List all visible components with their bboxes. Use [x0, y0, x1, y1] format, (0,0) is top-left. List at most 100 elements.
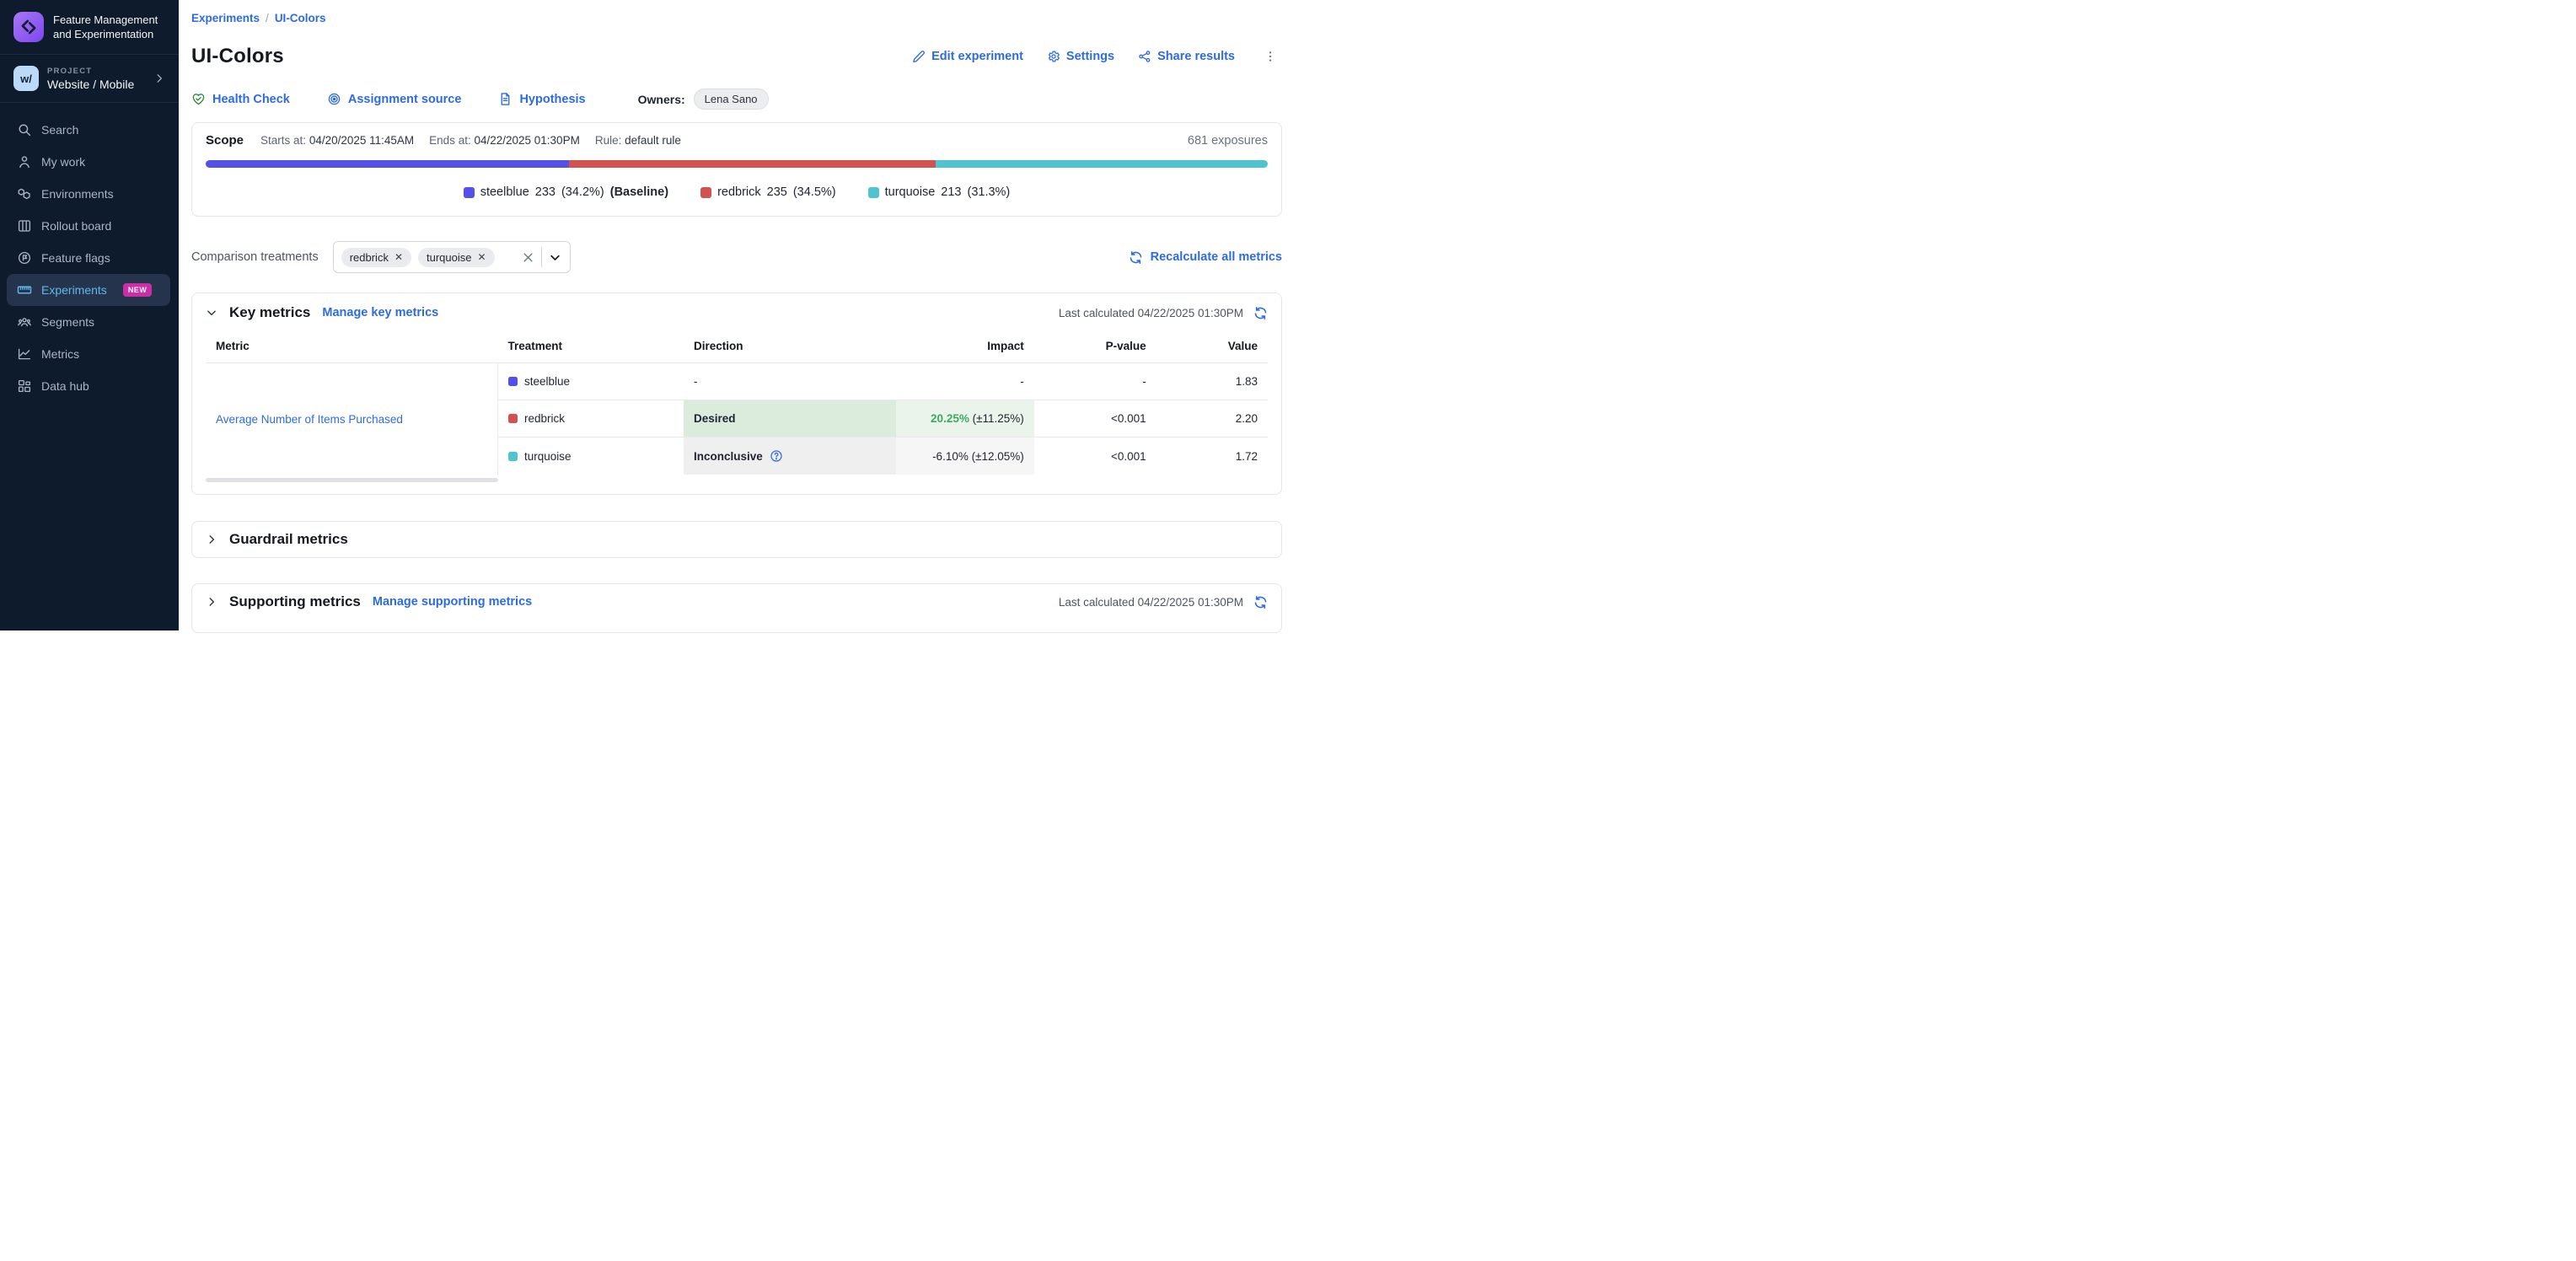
recalculate-all-metrics-button[interactable]: Recalculate all metrics: [1129, 250, 1282, 265]
split-logo-icon: [20, 19, 37, 35]
search-icon: [17, 122, 32, 137]
clear-selection-icon[interactable]: [522, 251, 534, 264]
legend-swatch: [464, 187, 475, 198]
owner-chip[interactable]: Lena Sano: [694, 89, 769, 110]
refresh-icon: [1129, 250, 1143, 265]
manage-supporting-metrics-link[interactable]: Manage supporting metrics: [373, 595, 532, 609]
table-horizontal-scrollbar[interactable]: [206, 478, 498, 482]
person-icon: [17, 154, 32, 169]
bar-segment-turquoise: [936, 160, 1268, 168]
metric-name-link[interactable]: Average Number of Items Purchased: [216, 413, 403, 426]
col-treatment: Treatment: [498, 330, 684, 363]
breadcrumb-separator: /: [266, 12, 269, 24]
experiment-meta-row: Health Check Assignment source Hypothesi…: [191, 89, 1282, 110]
key-metrics-title: Key metrics: [229, 304, 310, 321]
value-cell: 1.72: [1157, 437, 1268, 475]
health-check-link[interactable]: Health Check: [191, 92, 290, 106]
sidebar-item-label: Feature flags: [41, 251, 110, 265]
sidebar-item-data-hub[interactable]: Data hub: [7, 370, 170, 402]
breadcrumb-experiments[interactable]: Experiments: [191, 12, 260, 24]
legend-item-turquoise: turquoise 213 (31.3%): [868, 185, 1011, 199]
treatment-cell: steelblue: [508, 375, 674, 388]
supporting-last-calculated: Last calculated 04/22/2025 01:30PM: [1059, 596, 1243, 609]
value-cell: 2.20: [1157, 400, 1268, 437]
scope-title: Scope: [206, 133, 244, 148]
main-content: Experiments / UI-Colors UI-Colors Edit e…: [179, 0, 1288, 630]
scope-panel: Scope Starts at: 04/20/2025 11:45AM Ends…: [191, 122, 1282, 217]
direction-cell-desired: Desired: [684, 400, 896, 437]
sidebar-item-metrics[interactable]: Metrics: [7, 338, 170, 370]
collapse-key-metrics-icon[interactable]: [206, 307, 217, 319]
chevron-right-icon: [153, 72, 165, 84]
treatments-multiselect[interactable]: redbrick ✕ turquoise ✕: [333, 241, 571, 273]
select-divider: [541, 247, 542, 267]
sidebar-item-experiments[interactable]: Experiments NEW: [7, 274, 170, 306]
flag-circle-icon: [17, 250, 32, 266]
breadcrumb-current[interactable]: UI-Colors: [275, 12, 326, 24]
sidebar-item-my-work[interactable]: My work: [7, 146, 170, 178]
treatment-swatch: [508, 377, 518, 386]
sidebar-item-rollout-board[interactable]: Rollout board: [7, 210, 170, 242]
question-circle-icon[interactable]: [770, 449, 783, 463]
col-impact: Impact: [896, 330, 1034, 363]
header-actions: Edit experiment Settings Share results: [912, 48, 1282, 65]
sidebar-item-label: Segments: [41, 315, 94, 329]
key-metrics-panel: Key metrics Manage key metrics Last calc…: [191, 292, 1282, 495]
guardrail-metrics-title: Guardrail metrics: [229, 531, 348, 548]
supporting-metrics-title: Supporting metrics: [229, 593, 361, 610]
sidebar: Feature Management and Experimentation w…: [0, 0, 179, 630]
edit-experiment-button[interactable]: Edit experiment: [912, 50, 1023, 63]
sidebar-item-environments[interactable]: Environments: [7, 178, 170, 210]
chevron-down-icon[interactable]: [549, 251, 561, 264]
heart-check-icon: [191, 92, 206, 106]
scope-ends: Ends at: 04/22/2025 01:30PM: [429, 134, 580, 147]
manage-key-metrics-link[interactable]: Manage key metrics: [322, 306, 438, 319]
settings-button[interactable]: Settings: [1047, 50, 1114, 63]
expand-supporting-metrics-icon[interactable]: [206, 596, 217, 608]
key-metrics-table: Metric Treatment Direction Impact P-valu…: [206, 330, 1268, 475]
bar-segment-redbrick: [569, 160, 936, 168]
new-badge: NEW: [123, 283, 153, 297]
sidebar-nav: Search My work Environments Rollout boar…: [0, 103, 179, 402]
treatment-cell: turquoise: [508, 450, 674, 463]
data-hub-icon: [17, 378, 32, 394]
hypothesis-link[interactable]: Hypothesis: [498, 92, 585, 106]
page-title: UI-Colors: [191, 45, 284, 68]
guardrail-metrics-panel: Guardrail metrics: [191, 521, 1282, 558]
sidebar-item-label: Rollout board: [41, 219, 111, 233]
impact-cell: -6.10% (±12.05%): [896, 437, 1034, 475]
refresh-key-metrics-icon[interactable]: [1253, 306, 1268, 320]
project-name: Website / Mobile: [47, 78, 134, 91]
ruler-icon: [17, 282, 32, 298]
refresh-supporting-metrics-icon[interactable]: [1253, 595, 1268, 609]
supporting-metrics-panel: Supporting metrics Manage supporting met…: [191, 583, 1282, 633]
remove-turquoise-icon[interactable]: ✕: [478, 251, 486, 263]
legend-item-redbrick: redbrick 235 (34.5%): [700, 185, 836, 199]
share-results-button[interactable]: Share results: [1138, 50, 1235, 63]
app-logo: [13, 12, 44, 42]
target-icon: [327, 92, 341, 106]
table-row: Average Number of Items Purchased steelb…: [206, 363, 1268, 400]
project-switcher[interactable]: w/ PROJECT Website / Mobile: [0, 55, 179, 103]
baseline-label: (Baseline): [610, 185, 668, 199]
document-icon: [498, 92, 513, 106]
value-cell: 1.83: [1157, 363, 1268, 400]
scope-starts: Starts at: 04/20/2025 11:45AM: [260, 134, 414, 147]
sidebar-item-search[interactable]: Search: [7, 114, 170, 146]
sidebar-item-segments[interactable]: Segments: [7, 306, 170, 338]
p-value-cell: <0.001: [1034, 437, 1157, 475]
kebab-menu-icon: [1264, 50, 1277, 63]
selected-treatment-redbrick: redbrick ✕: [341, 248, 411, 267]
sidebar-item-feature-flags[interactable]: Feature flags: [7, 242, 170, 274]
app-title: Feature Management and Experimentation: [53, 13, 165, 41]
more-options-button[interactable]: [1258, 48, 1282, 65]
hexagons-icon: [17, 186, 32, 201]
treatment-legend: steelblue 233 (34.2%) (Baseline) redbric…: [206, 185, 1268, 199]
sidebar-item-label: Search: [41, 123, 78, 137]
expand-guardrail-metrics-icon[interactable]: [206, 534, 217, 545]
remove-redbrick-icon[interactable]: ✕: [394, 251, 403, 263]
assignment-source-link[interactable]: Assignment source: [327, 92, 462, 106]
scope-rule: Rule: default rule: [595, 134, 681, 147]
col-value: Value: [1157, 330, 1268, 363]
treatment-cell: redbrick: [508, 412, 674, 425]
